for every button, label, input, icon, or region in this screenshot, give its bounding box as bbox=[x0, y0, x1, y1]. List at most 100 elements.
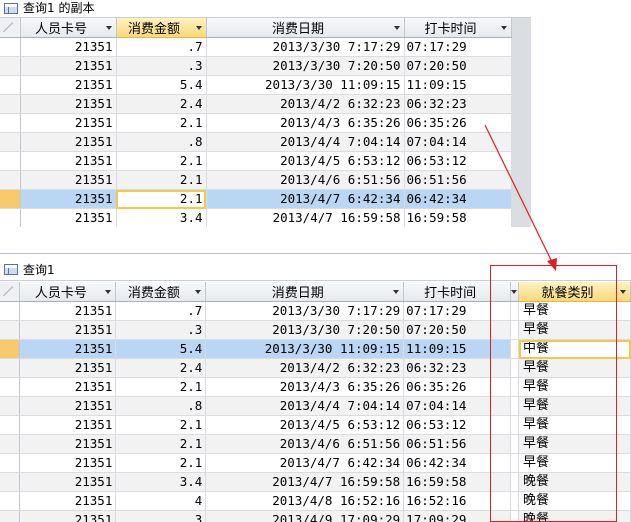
row-selector[interactable] bbox=[0, 132, 21, 152]
date-cell[interactable]: 2013/4/4 7:04:14 bbox=[205, 396, 405, 416]
card-cell[interactable]: 21351 bbox=[19, 301, 117, 321]
column-header-amount[interactable]: 消费金额 bbox=[115, 282, 207, 302]
date-cell[interactable]: 2013/3/30 7:20:50 bbox=[205, 320, 405, 340]
table-row-selected[interactable]: 21351 2.1 2013/4/7 6:42:34 06:42:34 bbox=[0, 189, 512, 209]
row-selector[interactable] bbox=[0, 56, 21, 76]
date-cell[interactable]: 2013/3/30 7:17:29 bbox=[205, 301, 405, 321]
amount-cell[interactable]: 3.4 bbox=[116, 208, 207, 227]
column-header-date[interactable]: 消费日期 bbox=[205, 282, 405, 302]
table-row[interactable]: 21351 5.4 2013/3/30 11:09:15 11:09:15 bbox=[0, 75, 512, 95]
select-all-corner[interactable] bbox=[0, 282, 21, 302]
row-selector[interactable] bbox=[0, 510, 21, 522]
row-selector[interactable] bbox=[0, 189, 21, 209]
amount-cell[interactable]: .3 bbox=[116, 56, 207, 76]
time-cell[interactable]: 06:51:56 bbox=[404, 170, 512, 190]
row-selector[interactable] bbox=[0, 453, 21, 473]
table-row[interactable]: 21351 2.1 2013/4/5 6:53:12 06:53:12 bbox=[0, 151, 512, 171]
card-cell[interactable]: 21351 bbox=[20, 75, 117, 95]
amount-cell-focused[interactable]: 2.1 bbox=[116, 189, 207, 209]
query-copy-tab[interactable]: 查询1 的副本 bbox=[0, 0, 531, 18]
card-cell[interactable]: 21351 bbox=[19, 339, 117, 359]
time-cell[interactable]: 06:53:12 bbox=[404, 151, 512, 171]
row-selector[interactable] bbox=[0, 434, 21, 454]
card-cell[interactable]: 21351 bbox=[19, 320, 117, 340]
time-cell[interactable]: 11:09:15 bbox=[404, 75, 512, 95]
date-cell[interactable]: 2013/4/7 16:59:58 bbox=[206, 208, 405, 227]
date-cell[interactable]: 2013/3/30 7:20:50 bbox=[206, 56, 405, 76]
select-all-corner[interactable] bbox=[0, 18, 21, 38]
column-header-date[interactable]: 消费日期 bbox=[206, 18, 405, 38]
row-selector[interactable] bbox=[0, 170, 21, 190]
amount-cell[interactable]: 2.1 bbox=[116, 151, 207, 171]
table-row[interactable]: 21351.3 2013/3/30 7:20:50 07:20:50 bbox=[0, 56, 512, 76]
table-row[interactable]: 21351 3.4 2013/4/7 16:59:58 16:59:58 bbox=[0, 208, 512, 227]
amount-cell[interactable]: 3.4 bbox=[115, 472, 207, 492]
row-selector[interactable] bbox=[0, 113, 21, 133]
time-cell[interactable]: 06:32:23 bbox=[404, 94, 512, 114]
date-cell[interactable]: 2013/4/7 6:42:34 bbox=[205, 453, 405, 473]
column-header-card[interactable]: 人员卡号 bbox=[19, 282, 117, 302]
row-selector[interactable] bbox=[0, 151, 21, 171]
dropdown-arrow-icon[interactable] bbox=[105, 26, 112, 30]
date-cell[interactable]: 2013/4/6 6:51:56 bbox=[205, 434, 405, 454]
card-cell[interactable]: 21351 bbox=[19, 510, 117, 522]
amount-cell[interactable]: 2.1 bbox=[115, 377, 207, 397]
table-row[interactable]: 21351 2.4 2013/4/2 6:32:23 06:32:23 bbox=[0, 94, 512, 114]
column-header-amount[interactable]: 消费金额 bbox=[116, 18, 207, 38]
row-selector[interactable] bbox=[0, 208, 21, 227]
time-cell[interactable]: 07:17:29 bbox=[404, 37, 512, 57]
table-row[interactable]: 21351.8 2013/4/4 7:04:14 07:04:14 bbox=[0, 132, 512, 152]
dropdown-arrow-icon[interactable] bbox=[393, 290, 400, 294]
date-cell[interactable]: 2013/3/30 11:09:15 bbox=[205, 339, 405, 359]
row-selector[interactable] bbox=[0, 320, 21, 340]
card-cell[interactable]: 21351 bbox=[19, 396, 117, 416]
card-cell[interactable]: 21351 bbox=[20, 56, 117, 76]
card-cell[interactable]: 21351 bbox=[20, 208, 117, 227]
card-cell[interactable]: 21351 bbox=[20, 113, 117, 133]
dropdown-arrow-icon[interactable] bbox=[195, 26, 202, 30]
dropdown-arrow-icon[interactable] bbox=[195, 290, 202, 294]
card-cell[interactable]: 21351 bbox=[19, 377, 117, 397]
column-header-time[interactable]: 打卡时间 bbox=[404, 18, 512, 38]
card-cell[interactable]: 21351 bbox=[19, 453, 117, 473]
date-cell[interactable]: 2013/4/9 17:09:29 bbox=[205, 510, 405, 522]
amount-cell[interactable]: .7 bbox=[116, 37, 207, 57]
row-selector[interactable] bbox=[0, 75, 21, 95]
card-cell[interactable]: 21351 bbox=[19, 491, 117, 511]
row-selector[interactable] bbox=[0, 396, 21, 416]
date-cell[interactable]: 2013/4/7 16:59:58 bbox=[205, 472, 405, 492]
date-cell[interactable]: 2013/4/3 6:35:26 bbox=[205, 377, 405, 397]
card-cell[interactable]: 21351 bbox=[20, 189, 117, 209]
date-cell[interactable]: 2013/3/30 7:17:29 bbox=[206, 37, 405, 57]
card-cell[interactable]: 21351 bbox=[19, 472, 117, 492]
date-cell[interactable]: 2013/4/7 6:42:34 bbox=[206, 189, 405, 209]
card-cell[interactable]: 21351 bbox=[20, 151, 117, 171]
amount-cell[interactable]: 2.1 bbox=[116, 113, 207, 133]
card-cell[interactable]: 21351 bbox=[19, 415, 117, 435]
dropdown-arrow-icon[interactable] bbox=[105, 290, 112, 294]
card-cell[interactable]: 21351 bbox=[20, 132, 117, 152]
time-cell[interactable]: 16:59:58 bbox=[404, 208, 512, 227]
card-cell[interactable]: 21351 bbox=[20, 37, 117, 57]
table-row[interactable]: 21351.7 2013/3/30 7:17:29 07:17:29 bbox=[0, 37, 512, 57]
amount-cell[interactable]: 2.1 bbox=[115, 453, 207, 473]
date-cell[interactable]: 2013/4/2 6:32:23 bbox=[206, 94, 405, 114]
date-cell[interactable]: 2013/4/3 6:35:26 bbox=[206, 113, 405, 133]
row-selector[interactable] bbox=[0, 491, 21, 511]
dropdown-arrow-icon[interactable] bbox=[620, 290, 626, 294]
amount-cell[interactable]: 2.1 bbox=[116, 170, 207, 190]
amount-cell[interactable]: 2.4 bbox=[115, 358, 207, 378]
row-selector[interactable] bbox=[0, 94, 21, 114]
amount-cell[interactable]: 3 bbox=[115, 510, 207, 522]
amount-cell[interactable]: 4 bbox=[115, 491, 207, 511]
row-selector[interactable] bbox=[0, 37, 21, 57]
time-cell[interactable]: 07:20:50 bbox=[404, 56, 512, 76]
date-cell[interactable]: 2013/4/6 6:51:56 bbox=[206, 170, 405, 190]
amount-cell[interactable]: .8 bbox=[115, 396, 207, 416]
column-header-card[interactable]: 人员卡号 bbox=[20, 18, 117, 38]
amount-cell[interactable]: .8 bbox=[116, 132, 207, 152]
table-row[interactable]: 21351 2.1 2013/4/6 6:51:56 06:51:56 bbox=[0, 170, 512, 190]
date-cell[interactable]: 2013/4/4 7:04:14 bbox=[206, 132, 405, 152]
row-selector[interactable] bbox=[0, 472, 21, 492]
table-row[interactable]: 21351 2.1 2013/4/3 6:35:26 06:35:26 bbox=[0, 113, 512, 133]
